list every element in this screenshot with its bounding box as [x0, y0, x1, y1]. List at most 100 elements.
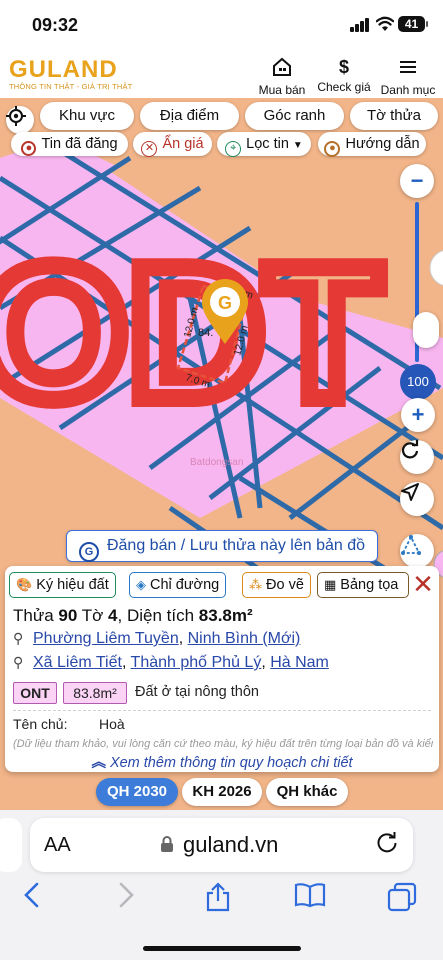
land-legend-button[interactable]: 🎨 Ký hiệu đất [9, 572, 116, 598]
location-filter-icon: ⌖ [225, 141, 242, 157]
more-planning-info-label: Xem thêm thông tin quy hoạch chi tiết [109, 755, 353, 771]
parcel-number: 90 [58, 606, 78, 625]
buy-sell-label: Mua bán [258, 83, 306, 97]
coordinate-table-label: Bảng tọa [340, 577, 399, 593]
land-type: Đất ở tại nông thôn [135, 684, 259, 700]
palette-icon: 🎨 [16, 577, 33, 592]
refresh-button[interactable] [400, 440, 434, 474]
tabs-button[interactable] [384, 882, 420, 916]
divider [13, 710, 431, 711]
location-pin-icon: ⚲ [13, 654, 24, 670]
guide-label: Hướng dẫn [345, 136, 420, 152]
table-icon: ▦ [324, 577, 337, 592]
land-code-badge: ONT [13, 682, 57, 704]
double-chevron-up-icon: ︽ [91, 755, 106, 771]
address-bar[interactable]: AA guland.vn [30, 818, 413, 872]
refresh-icon [401, 440, 419, 459]
book-icon [294, 883, 326, 908]
map-watermark: Batdongsan [190, 457, 243, 468]
menu-label: Danh mục [380, 83, 436, 97]
house-icon [273, 57, 291, 76]
back-button[interactable] [14, 882, 50, 916]
home-indicator [143, 946, 301, 951]
address-old: ⚲ Xã Liêm Tiết, Thành phố Phủ Lý, Hà Nam [13, 654, 329, 671]
navigation-arrow-icon [401, 483, 419, 501]
share-button[interactable] [200, 882, 236, 916]
measure-label: Đo vẽ [266, 577, 304, 593]
filter-listings-button[interactable]: ⌖ Lọc tin ▼ [217, 132, 311, 157]
zoom-in-button[interactable]: + [401, 398, 435, 432]
filter-corner-button[interactable]: Góc ranh [245, 102, 344, 130]
tab-qh-2030[interactable]: QH 2030 [96, 778, 178, 806]
directions-button[interactable]: ◈ Chỉ đường [129, 572, 227, 598]
commune-link[interactable]: Xã Liêm Tiết [33, 654, 122, 671]
url-text: guland.vn [183, 832, 279, 857]
browser-chrome: AA guland.vn [0, 810, 443, 960]
old-province-link[interactable]: Hà Nam [270, 654, 329, 671]
check-price-label: Check giá [317, 80, 371, 94]
navigate-button[interactable] [400, 482, 434, 516]
area-value: 83.8m² [198, 606, 253, 625]
menu-button[interactable]: Danh mục [377, 56, 439, 97]
reload-button[interactable] [375, 830, 399, 861]
area-label: , Diện tích [117, 606, 195, 625]
guide-button[interactable]: ● Hướng dẫn [318, 132, 426, 157]
sheet-number: 4 [108, 606, 118, 625]
land-legend-label: Ký hiệu đất [36, 577, 109, 593]
bookmarks-button[interactable] [292, 882, 328, 916]
svg-text:G: G [218, 293, 232, 313]
measure-button[interactable]: ⁂ Đo vẽ [242, 572, 311, 598]
guland-g-icon: G [78, 542, 99, 562]
back-icon [24, 882, 39, 908]
post-parcel-label: Đăng bán / Lưu thửa này lên bản đồ [106, 537, 366, 554]
guland-logo[interactable]: GULAND THÔNG TIN THẬT - GIÁ TRỊ THẬT [9, 56, 132, 91]
my-location-button[interactable] [6, 106, 34, 134]
measure-icon: ⁂ [249, 577, 262, 592]
check-price-button[interactable]: $ Check giá [313, 56, 375, 94]
chevron-down-icon: ▼ [292, 140, 303, 151]
forward-button[interactable] [108, 882, 144, 916]
filter-sheet-parcel-button[interactable]: Tờ thửa [350, 102, 438, 130]
zoom-out-button[interactable]: − [400, 164, 434, 198]
crosshair-icon [6, 106, 26, 126]
province-link[interactable]: Ninh Bình (Mới) [188, 630, 301, 647]
more-planning-info-link[interactable]: ︽ Xem thêm thông tin quy hoạch chi tiết [5, 751, 439, 771]
hide-price-button[interactable]: ✕ Ẩn giá [133, 132, 212, 157]
posted-listings-label: Tin đã đăng [41, 136, 118, 152]
parcel-area-label: 84. [198, 327, 213, 339]
logo-slogan: THÔNG TIN THẬT - GIÁ TRỊ THẬT [9, 82, 133, 91]
wifi-icon [376, 16, 394, 31]
pin-icon: ● [21, 141, 37, 156]
cell-signal-icon [350, 18, 370, 32]
directions-icon: ◈ [136, 577, 146, 592]
filter-listings-label: Lọc tin [246, 136, 289, 152]
parcel-label: Thửa [13, 606, 54, 625]
zoom-slider-handle[interactable] [413, 312, 439, 348]
previous-tab-preview[interactable] [0, 818, 22, 872]
city-link[interactable]: Thành phố Phủ Lý [131, 654, 262, 671]
ward-link[interactable]: Phường Liêm Tuyền [33, 630, 179, 647]
close-panel-button[interactable]: ✕ [411, 569, 435, 599]
status-time: 09:32 [32, 15, 79, 35]
address-new: ⚲ Phường Liêm Tuyền, Ninh Bình (Mới) [13, 630, 300, 648]
directions-label: Chỉ đường [150, 577, 220, 593]
reload-icon [377, 832, 397, 853]
land-area-badge: 83.8m² [63, 682, 127, 704]
status-bar: 09:32 41 [0, 0, 443, 50]
tabs-icon [387, 882, 417, 912]
buy-sell-button[interactable]: Mua bán [251, 56, 313, 97]
post-parcel-button[interactable]: G Đăng bán / Lưu thửa này lên bản đồ [66, 530, 378, 562]
coordinate-table-button[interactable]: ▦ Bảng tọa [317, 572, 409, 598]
tab-qh-other[interactable]: QH khác [266, 778, 348, 806]
battery-icon: 41 [398, 16, 428, 32]
reader-settings-button[interactable]: AA [44, 834, 71, 857]
tab-kh-2026[interactable]: KH 2026 [182, 778, 262, 806]
draw-tool-button[interactable] [400, 534, 434, 568]
filter-place-button[interactable]: Địa điểm [140, 102, 239, 130]
logo-text: GULAND [9, 56, 118, 83]
close-icon: ✕ [412, 569, 434, 599]
location-pin-icon: ⚲ [13, 630, 24, 646]
address-separator: , [178, 630, 188, 647]
filter-area-button[interactable]: Khu vực [40, 102, 134, 130]
posted-listings-button[interactable]: ● Tin đã đăng [11, 132, 128, 156]
